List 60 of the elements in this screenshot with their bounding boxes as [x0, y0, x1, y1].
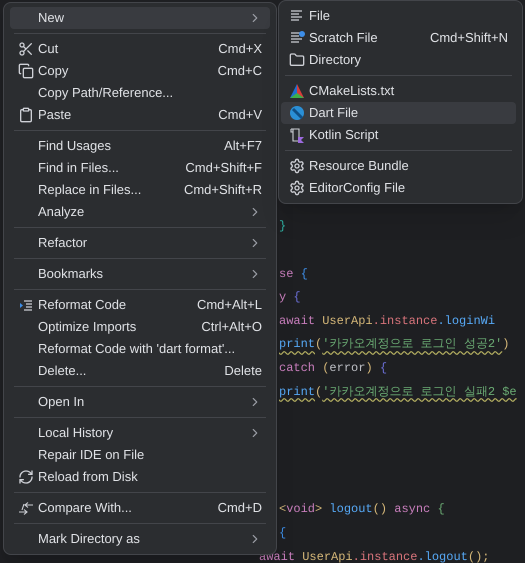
menu-item[interactable]: Delete... Delete: [10, 360, 270, 382]
code-line: <void> logout() async {: [279, 501, 446, 518]
shortcut-label: Cmd+Alt+L: [196, 296, 262, 314]
shortcut-label: Cmd+Shift+R: [184, 181, 262, 200]
menu-item[interactable]: Dart File: [281, 102, 516, 124]
menu-item[interactable]: Compare With... Cmd+D: [10, 497, 270, 519]
copy-icon: [18, 63, 34, 79]
menu-item[interactable]: Local History: [10, 422, 270, 444]
script-icon: [289, 127, 305, 143]
dart-logo-icon: [289, 105, 305, 121]
menu-item[interactable]: New: [10, 7, 270, 29]
menu-item[interactable]: Find Usages Alt+F7: [10, 135, 270, 157]
menu-item[interactable]: Kotlin Script: [281, 124, 516, 146]
menu-item[interactable]: Refactor: [10, 232, 270, 254]
paste-icon: [18, 107, 34, 123]
scissors-icon: [18, 41, 34, 57]
shortcut-label: Ctrl+Alt+O: [201, 318, 262, 336]
shortcut-label: Alt+F7: [224, 137, 262, 156]
folder-icon: [289, 52, 305, 68]
shortcut-label: Cmd+X: [218, 40, 262, 58]
shortcut-label: Cmd+C: [218, 62, 262, 80]
menu-item[interactable]: Replace in Files... Cmd+Shift+R: [10, 179, 270, 201]
menu-item[interactable]: Cut Cmd+X: [10, 38, 270, 60]
menu-item[interactable]: Reformat Code Cmd+Alt+L: [10, 294, 270, 316]
code-line: catch (error) {: [279, 360, 388, 377]
menu-item[interactable]: Optimize Imports Ctrl+Alt+O: [10, 316, 270, 338]
code-line: print('카카오계정으로 로그인 성공2'): [279, 336, 510, 354]
menu-item[interactable]: Scratch File Cmd+Shift+N: [281, 27, 516, 49]
menu-item[interactable]: Mark Directory as: [10, 528, 270, 550]
code-line: se {: [279, 266, 309, 283]
menu-item[interactable]: Find in Files... Cmd+Shift+F: [10, 157, 270, 179]
refresh-icon: [18, 469, 34, 485]
shortcut-label: Cmd+D: [218, 499, 262, 518]
menu-item[interactable]: Repair IDE on File: [10, 444, 270, 466]
menu-item[interactable]: Paste Cmd+V: [10, 104, 270, 126]
gear-icon: [289, 180, 305, 196]
menu-item[interactable]: Directory: [281, 49, 516, 71]
menu-item[interactable]: Bookmarks: [10, 263, 270, 285]
menu-item[interactable]: Analyze: [10, 201, 270, 223]
shortcut-label: Cmd+Shift+N: [430, 29, 508, 48]
code-line: y {: [279, 289, 302, 306]
menu-item[interactable]: EditorConfig File: [281, 177, 516, 199]
menu-item[interactable]: Copy Cmd+C: [10, 60, 270, 82]
code-line: }: [279, 218, 288, 236]
menu-item[interactable]: CMakeLists.txt: [281, 80, 516, 102]
menu-item[interactable]: Open In: [10, 391, 270, 413]
shortcut-label: Cmd+Shift+F: [185, 159, 262, 178]
menu-item[interactable]: Resource Bundle: [281, 155, 516, 177]
triangle-logo-icon: [289, 83, 305, 99]
code-line: await UserApi.instance.loginWi: [279, 312, 496, 330]
shortcut-label: Cmd+V: [218, 106, 262, 124]
code-line: {: [279, 525, 288, 542]
menu-item[interactable]: Copy Path/Reference...: [10, 82, 270, 104]
compare-arrows-icon: [18, 500, 34, 516]
menu-item[interactable]: Reformat Code with 'dart format'...: [10, 338, 270, 360]
menu-item[interactable]: Reload from Disk: [10, 466, 270, 488]
menu-item[interactable]: File: [281, 5, 516, 27]
code-line: print('카카오계정으로 로그인 실패2 $e: [279, 384, 518, 400]
shortcut-label: Delete: [224, 362, 262, 380]
gear-icon: [289, 158, 305, 174]
